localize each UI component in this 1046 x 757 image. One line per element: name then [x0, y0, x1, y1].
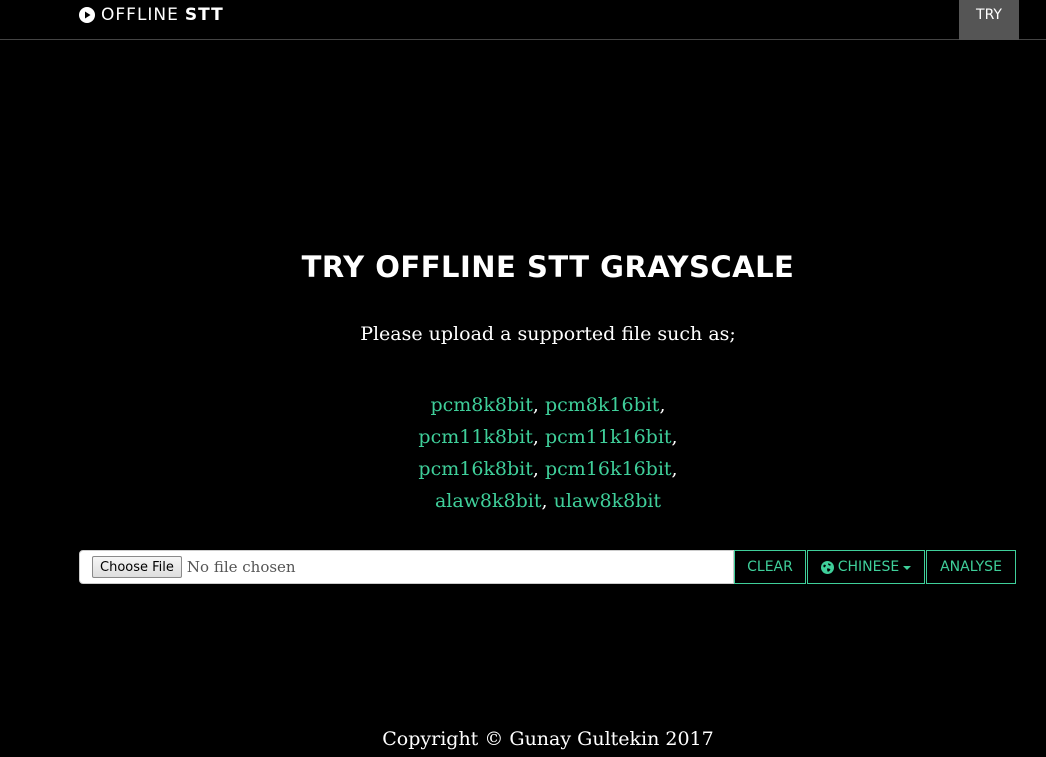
play-circle-icon [79, 7, 95, 23]
format-row: alaw8k8bit, ulaw8k8bit [434, 490, 662, 512]
format-item: alaw8k8bit [434, 490, 542, 512]
file-status-text: No file chosen [186, 558, 296, 576]
format-row: pcm11k8bit, pcm11k16bit, [418, 426, 678, 448]
brand-name-bold: STT [184, 5, 224, 25]
supported-formats-list: pcm8k8bit, pcm8k16bit, pcm11k8bit, pcm11… [0, 389, 1046, 517]
choose-file-button[interactable]: Choose File [92, 556, 182, 578]
brand-name-light: OFFLINE [101, 5, 179, 25]
caret-down-icon [903, 566, 912, 570]
format-item: pcm16k16bit [544, 458, 672, 480]
top-navbar: OFFLINE STT TRY [0, 0, 1046, 40]
globe-icon [820, 560, 834, 574]
footer-copyright: Copyright © Gunay Gultekin 2017 [382, 728, 714, 750]
analyse-button[interactable]: ANALYSE [926, 550, 1016, 584]
format-item: pcm11k8bit [418, 426, 533, 448]
format-item: pcm8k16bit [544, 394, 660, 416]
language-dropdown-button[interactable]: CHINESE [807, 550, 925, 584]
format-item: ulaw8k8bit [553, 490, 662, 512]
upload-instructions: Please upload a supported file such as; [360, 323, 736, 345]
language-label: CHINESE [837, 559, 900, 575]
brand-logo-link[interactable]: OFFLINE STT [79, 5, 224, 25]
format-item: pcm11k16bit [544, 426, 672, 448]
format-row: pcm8k8bit, pcm8k16bit, [430, 394, 666, 416]
format-item: pcm16k8bit [418, 458, 533, 480]
page-title: TRY OFFLINE STT GRAYSCALE [301, 250, 795, 284]
nav-try-link[interactable]: TRY [959, 0, 1019, 40]
format-item: pcm8k8bit [430, 394, 533, 416]
clear-button[interactable]: CLEAR [734, 550, 806, 584]
file-input[interactable]: Choose File No file chosen [79, 550, 734, 584]
upload-form: Choose File No file chosen CLEAR CHINESE… [79, 550, 1016, 584]
format-row: pcm16k8bit, pcm16k16bit, [418, 458, 678, 480]
